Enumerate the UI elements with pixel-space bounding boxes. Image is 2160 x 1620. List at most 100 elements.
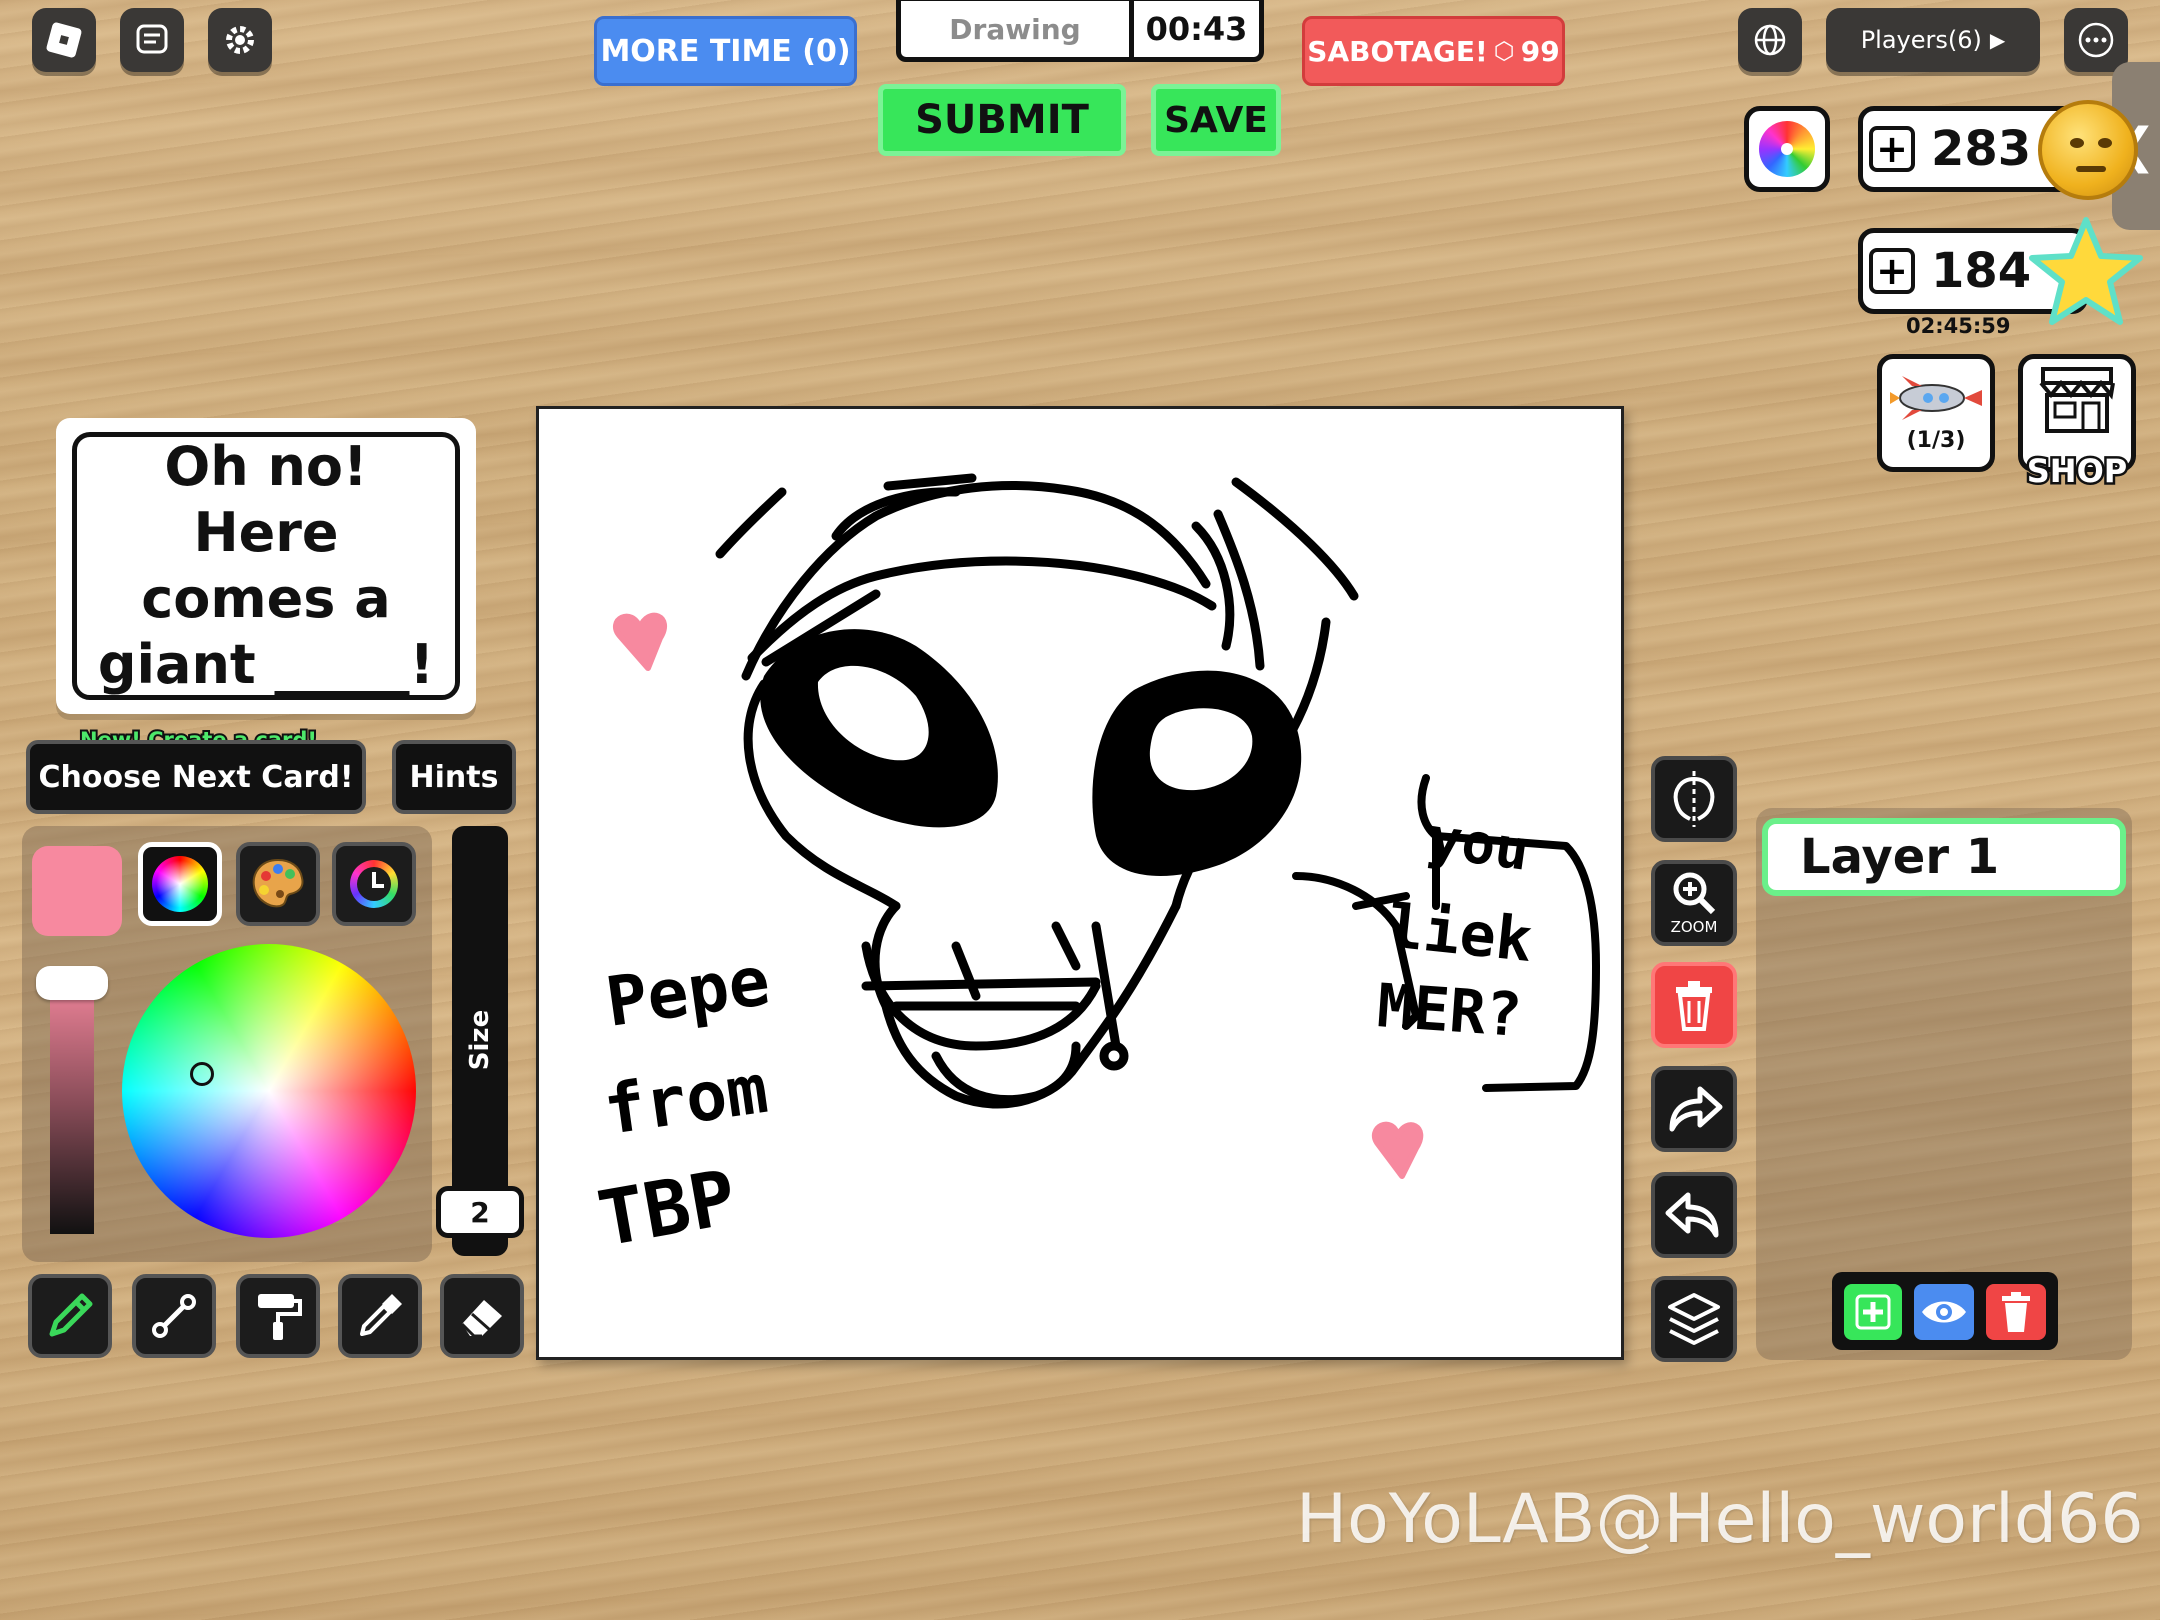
drawing-canvas[interactable]: Pepe from TBP you liek MER? [536,406,1624,1360]
line-tool-button[interactable] [132,1274,216,1358]
roblox-logo-icon [45,21,83,59]
players-label: Players(6) [1860,26,1982,54]
zoom-label: ZOOM [1670,918,1718,936]
clear-canvas-button[interactable] [1651,962,1737,1048]
pink-heart-right [1372,1121,1424,1179]
layers-icon [1668,1293,1720,1345]
language-button[interactable] [1738,8,1802,72]
zoom-button[interactable]: ZOOM [1651,860,1737,946]
color-wheel-mode-button[interactable] [138,842,222,926]
speech-text-you: you [1424,805,1533,883]
delete-layer-button[interactable] [1986,1284,2046,1340]
star-icon [2029,217,2143,325]
rocket-count: (1/3) [1906,427,1966,453]
layer-item-1[interactable]: Layer 1 [1762,818,2126,896]
size-value: 2 [470,1195,490,1229]
prompt-card: Oh no! Here comes a giant _____! [56,418,476,714]
sabotage-label: SABOTAGE! [1307,34,1488,68]
pencil-tool-button[interactable] [28,1274,112,1358]
drawing-text-pepe: Pepe [601,942,774,1043]
mode-timer-box: Drawing 00:43 [896,0,1264,62]
shop-label: SHOP [2024,450,2129,493]
color-wheel-icon [152,856,208,912]
undo-button[interactable] [1651,1172,1737,1258]
more-options-button[interactable] [2064,8,2128,72]
paint-palette-icon [252,858,304,908]
brightness-slider[interactable] [50,970,94,1234]
save-button[interactable]: SAVE [1151,84,1281,156]
brightness-slider-handle[interactable] [36,966,108,1000]
settings-button[interactable] [208,8,272,72]
add-layer-button[interactable] [1844,1284,1902,1340]
eye-icon [1922,1301,1966,1323]
plus-icon [1855,1294,1891,1330]
alien-right-eye [1092,670,1302,876]
size-value-box[interactable]: 2 [436,1186,524,1238]
paint-roller-icon [258,1294,302,1340]
trash-icon [2002,1292,2030,1332]
ellipsis-icon [2078,22,2114,58]
trash-icon [1676,981,1712,1031]
hints-label: Hints [409,759,499,795]
layers-button[interactable] [1651,1276,1737,1362]
eyedropper-tool-button[interactable] [338,1274,422,1358]
chat-icon [136,24,168,54]
save-label: SAVE [1164,99,1268,141]
eyedropper-icon [360,1294,402,1336]
choose-next-card-button[interactable]: Choose Next Card! [26,740,366,814]
add-coins-button[interactable]: + [1869,126,1915,172]
more-time-button[interactable]: MORE TIME (0) [594,16,857,86]
shop-icon [2039,367,2115,433]
sabotage-cost: 99 [1520,34,1560,68]
redo-button[interactable] [1651,1066,1737,1152]
gear-icon [226,26,254,54]
palette-mode-button[interactable] [236,842,320,926]
alien-left-eye [760,629,998,828]
color-history-icon [350,860,398,908]
prompt-text: Oh no! Here comes a giant _____! [97,435,435,696]
eraser-icon [460,1300,502,1338]
symmetry-icon [1673,771,1715,827]
hints-button[interactable]: Hints [392,740,516,814]
coin-icon [2038,100,2138,200]
recent-colors-button[interactable] [332,842,416,926]
submit-button[interactable]: SUBMIT [878,84,1126,156]
symmetry-button[interactable] [1651,756,1737,842]
chat-button[interactable] [120,8,184,72]
zoom-icon [1673,872,1716,915]
size-label: Size [465,1009,495,1071]
stars-value: 184 [1931,243,2032,299]
players-button[interactable]: Players(6) ▶ [1826,8,2040,72]
color-wheel-shop-button[interactable] [1744,106,1830,192]
undo-arrow-icon [1665,1192,1719,1238]
rainbow-wheel-icon [1759,121,1815,177]
submit-label: SUBMIT [915,97,1089,143]
coins-value: 283 [1931,121,2032,177]
robux-icon: ⬡ [1493,37,1515,65]
pink-heart-left [612,612,668,671]
drawing-text-from: from [599,1050,772,1151]
drawing-text-tbp: TBP [592,1152,743,1263]
line-tool-icon [152,1294,196,1338]
speech-text-mer: MER? [1375,971,1524,1051]
choose-next-card-label: Choose Next Card! [38,759,354,795]
round-timer: 00:43 [1145,10,1248,48]
eraser-tool-button[interactable] [440,1274,524,1358]
roblox-menu-button[interactable] [32,8,96,72]
add-stars-button[interactable]: + [1869,248,1915,294]
watermark: HoYoLAB@Hello_world66 [1296,1480,2144,1559]
globe-icon [1754,24,1786,56]
rocket-button[interactable]: (1/3) [1877,354,1995,472]
toggle-layer-visibility-button[interactable] [1914,1284,1974,1340]
play-arrow-icon: ▶ [1989,28,2006,52]
hue-wheel-picker[interactable] [190,1062,214,1086]
fill-roller-tool-button[interactable] [236,1274,320,1358]
rocket-icon [1890,375,1982,420]
more-time-label: MORE TIME (0) [600,33,851,69]
hue-wheel[interactable] [122,944,416,1238]
stars-timer: 02:45:59 [1906,314,2011,338]
layer-name: Layer 1 [1800,829,2000,885]
sabotage-button[interactable]: SABOTAGE! ⬡ 99 [1302,16,1565,86]
mode-label: Drawing [901,1,1134,57]
current-color-swatch[interactable] [32,846,122,936]
